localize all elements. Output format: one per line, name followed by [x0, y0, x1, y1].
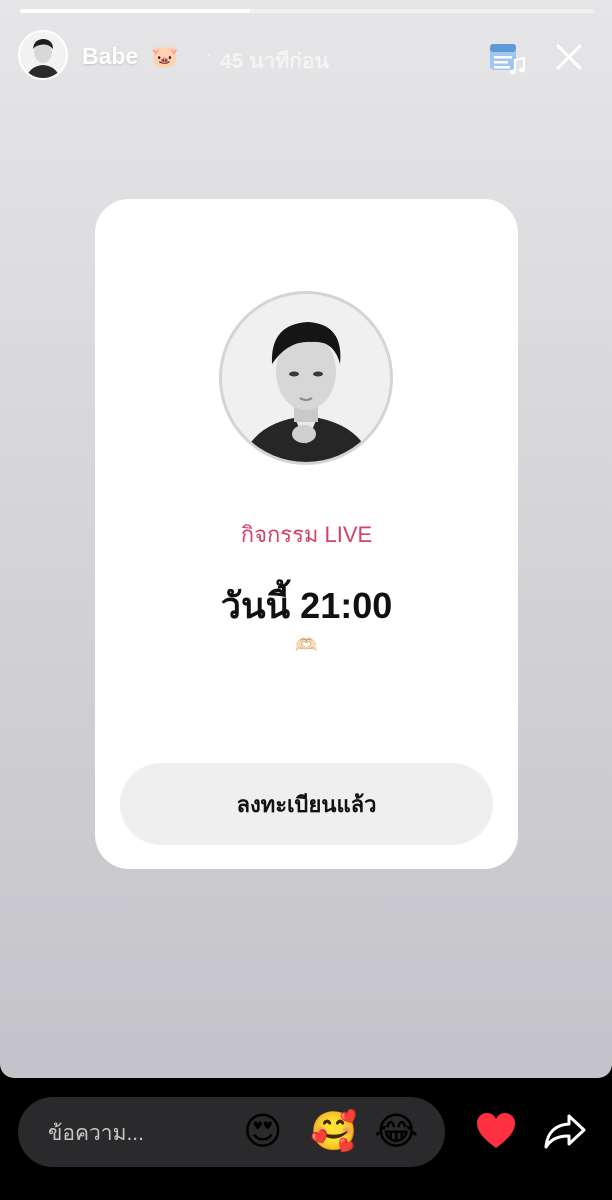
heart-eyes-reaction[interactable]: 😍	[243, 1111, 283, 1153]
smiling-hearts-reaction[interactable]: 🥰	[310, 1111, 357, 1153]
heart-icon[interactable]	[475, 1111, 517, 1151]
event-time: วันนี้ 21:00	[220, 585, 393, 626]
share-icon[interactable]	[543, 1112, 587, 1150]
message-input-placeholder[interactable]: ข้อความ...	[48, 1117, 228, 1147]
message-field[interactable]: ข้อความ... 😍 🥰 😂	[18, 1097, 445, 1167]
user-avatar[interactable]	[18, 30, 68, 80]
separator: ·	[206, 44, 213, 66]
registered-button[interactable]: ลงทะเบียนแล้ว	[120, 763, 493, 845]
tears-of-joy-reaction[interactable]: 😂	[374, 1111, 418, 1153]
username-emoji: 🐷	[151, 44, 179, 69]
story-reply-bar: ข้อความ... 😍 🥰 😂	[0, 1078, 612, 1200]
event-profile-photo	[219, 291, 393, 465]
close-icon[interactable]	[554, 42, 584, 72]
username[interactable]: Babe	[82, 43, 138, 70]
live-event-card: กิจกรรม LIVE วันนี้ 21:00 🫶🏻 ลงทะเบียนแล…	[95, 199, 518, 869]
heart-hands-emoji: 🫶🏻	[295, 635, 318, 655]
story-header: Babe 🐷 · 45 นาทีก่อน	[18, 30, 592, 82]
story-progress-bar	[20, 9, 594, 13]
story-viewer[interactable]: Babe 🐷 · 45 นาทีก่อน กิจกรรม LIVE วันนี้…	[0, 0, 612, 1078]
music-sticker-icon[interactable]	[488, 42, 526, 76]
time-ago: 45 นาทีก่อน	[220, 50, 329, 73]
story-progress-fill	[20, 9, 250, 13]
event-label: กิจกรรม LIVE	[240, 522, 373, 547]
